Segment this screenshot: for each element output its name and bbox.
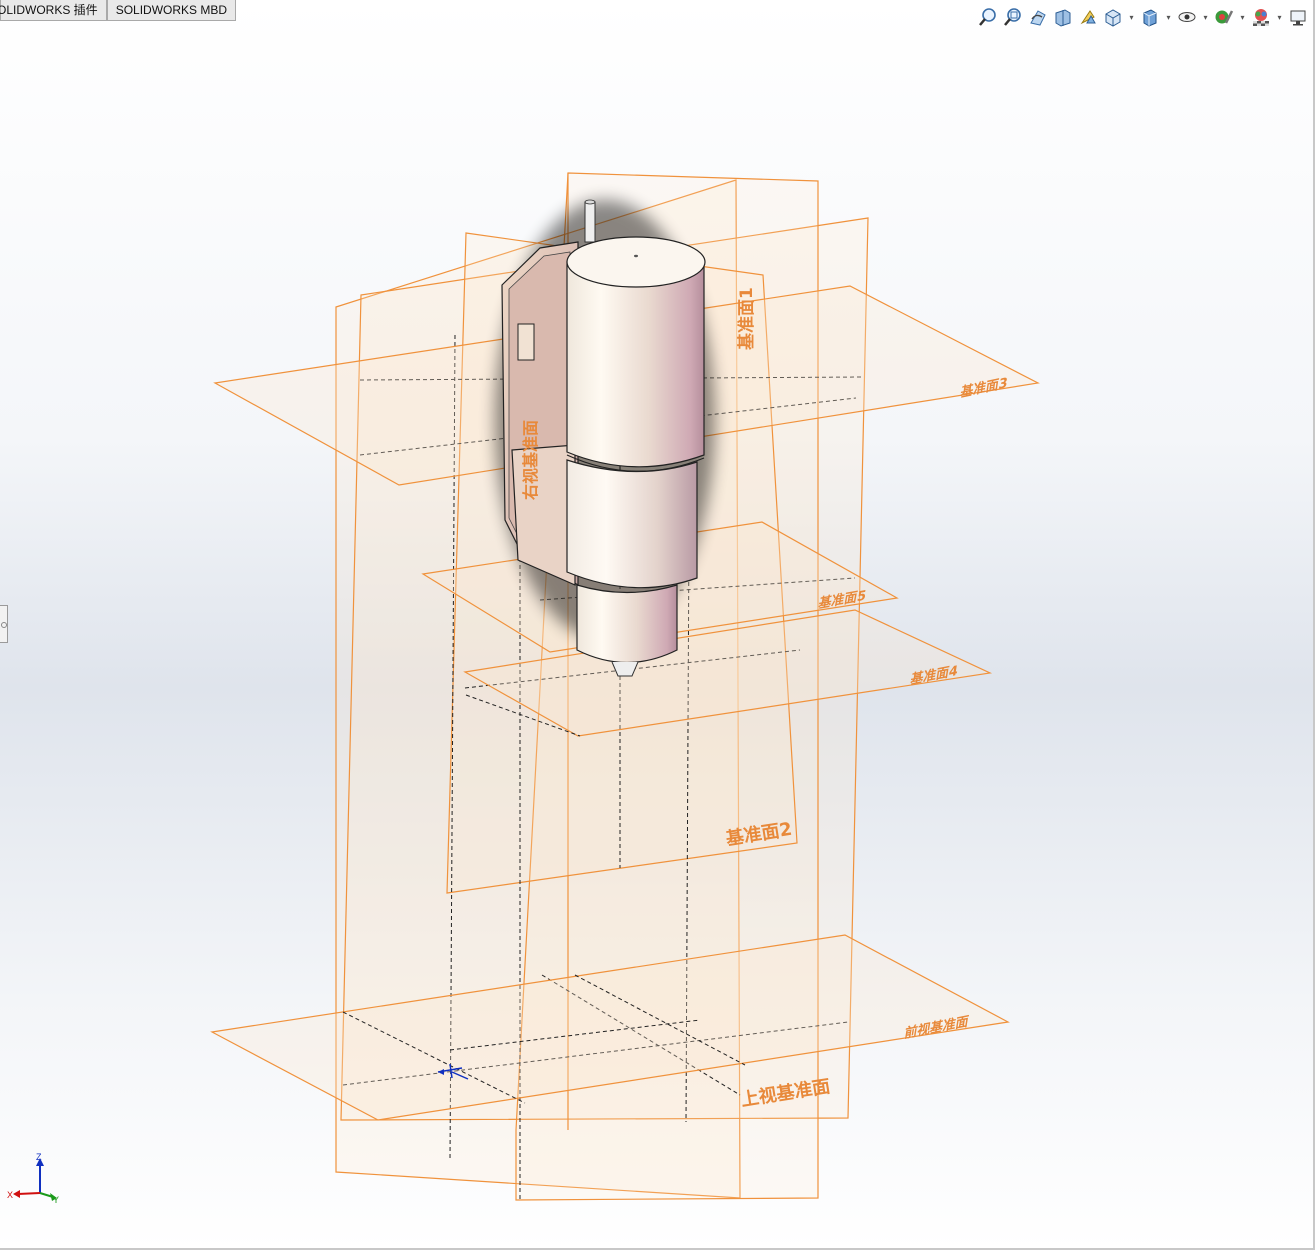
section-view-icon[interactable] bbox=[1052, 6, 1074, 28]
command-manager-tabs: OLIDWORKS 插件 SOLIDWORKS MBD bbox=[0, 0, 237, 22]
chevron-down-icon[interactable]: ▾ bbox=[1164, 6, 1173, 28]
tab-solidworks-addins[interactable]: OLIDWORKS 插件 bbox=[0, 0, 107, 21]
graphics-area[interactable]: 基准面1 基准面2 基准面3 基准面5 基准面4 上视基准面 前视基准面 右视基… bbox=[0, 0, 1315, 1250]
triad-y-label: Y bbox=[53, 1195, 59, 1205]
zoom-to-fit-icon[interactable] bbox=[977, 6, 999, 28]
plane-1-label[interactable]: 基准面1 bbox=[736, 287, 757, 351]
chevron-down-icon[interactable]: ▾ bbox=[1275, 6, 1284, 28]
chevron-down-icon[interactable]: ▾ bbox=[1127, 6, 1136, 28]
view-orientation-icon[interactable] bbox=[1102, 6, 1124, 28]
hide-show-items-icon[interactable] bbox=[1176, 6, 1198, 28]
display-style-icon[interactable] bbox=[1139, 6, 1161, 28]
apply-scene-icon[interactable] bbox=[1250, 6, 1272, 28]
dynamic-annotation-views-icon[interactable] bbox=[1077, 6, 1099, 28]
chevron-down-icon[interactable]: ▾ bbox=[1238, 6, 1247, 28]
triad-z-label: Z bbox=[36, 1152, 42, 1162]
tab-solidworks-mbd[interactable]: SOLIDWORKS MBD bbox=[106, 0, 237, 21]
reference-triad: Z X Y bbox=[7, 1152, 59, 1205]
edit-appearance-icon[interactable] bbox=[1213, 6, 1235, 28]
view-settings-icon[interactable] bbox=[1287, 6, 1309, 28]
heads-up-view-toolbar: ▾ ▾ ▾ ▾ ▾ bbox=[977, 4, 1309, 30]
right-plane-label[interactable]: 右视基准面 bbox=[521, 420, 540, 500]
zoom-to-area-icon[interactable] bbox=[1002, 6, 1024, 28]
triad-x-label: X bbox=[7, 1190, 13, 1200]
previous-view-icon[interactable] bbox=[1027, 6, 1049, 28]
chevron-down-icon[interactable]: ▾ bbox=[1201, 6, 1210, 28]
